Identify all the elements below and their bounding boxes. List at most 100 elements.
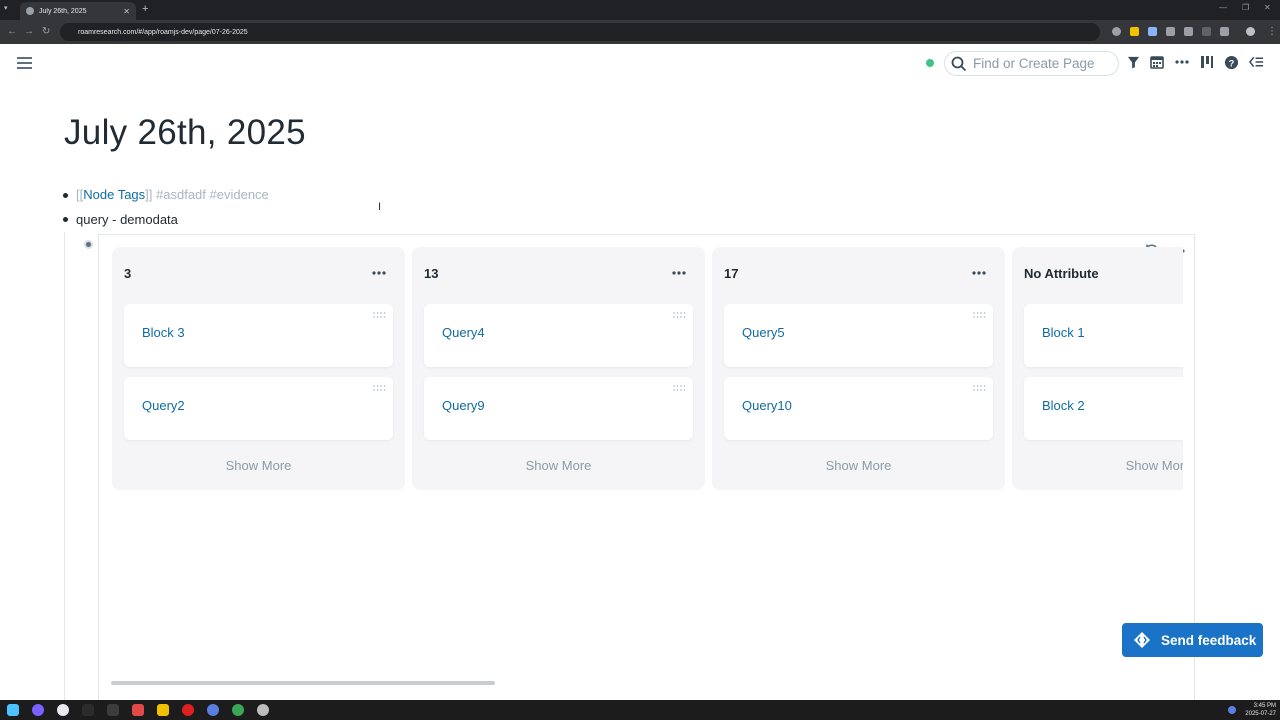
- show-more-button[interactable]: Show More: [1012, 458, 1183, 473]
- drag-handle-icon[interactable]: [673, 385, 686, 391]
- extension-icon[interactable]: [1148, 27, 1157, 36]
- taskbar-app-icon[interactable]: [207, 704, 219, 716]
- column-more-icon[interactable]: [671, 266, 687, 280]
- column-title: 17: [724, 266, 739, 281]
- block-bullet[interactable]: [63, 193, 68, 198]
- drag-handle-icon[interactable]: [973, 312, 986, 318]
- more-options-icon[interactable]: [1173, 53, 1191, 71]
- forward-icon[interactable]: →: [24, 26, 34, 37]
- chrome-icon[interactable]: [57, 704, 69, 716]
- calendar-icon[interactable]: [1148, 53, 1166, 71]
- block-bullet[interactable]: [63, 217, 68, 222]
- extension-icon[interactable]: [1112, 27, 1121, 36]
- reload-icon[interactable]: ↻: [42, 26, 50, 37]
- kanban-card[interactable]: Block 2: [1024, 377, 1183, 440]
- back-icon[interactable]: ←: [7, 26, 17, 37]
- kanban-card[interactable]: Query5: [724, 304, 993, 367]
- block-query-demodata[interactable]: query - demodata: [76, 212, 178, 227]
- system-clock[interactable]: 3:45 PM 2025-07-27: [1240, 702, 1276, 718]
- sidebar-toggle-icon[interactable]: [17, 57, 32, 69]
- show-more-button[interactable]: Show More: [712, 458, 1005, 473]
- block-node-tags[interactable]: [[Node Tags]] #asdfadf #evidence: [76, 187, 269, 202]
- svg-text:?: ?: [1228, 58, 1234, 68]
- card-link[interactable]: Query10: [742, 398, 792, 413]
- browser-tab-bar: ▾ July 26th, 2025 ✕ + — ❐ ✕: [0, 0, 1280, 20]
- feedback-diamond-icon: [1134, 632, 1150, 648]
- window-close-icon[interactable]: ✕: [1264, 3, 1271, 12]
- send-feedback-label: Send feedback: [1161, 632, 1257, 648]
- column-more-icon[interactable]: [371, 266, 387, 280]
- taskbar-app-icon[interactable]: [82, 704, 94, 716]
- card-link[interactable]: Block 3: [142, 325, 185, 340]
- browser-tab[interactable]: July 26th, 2025 ✕: [20, 2, 136, 20]
- card-link[interactable]: Query9: [442, 398, 485, 413]
- card-link[interactable]: Block 2: [1042, 398, 1085, 413]
- card-link[interactable]: Query2: [142, 398, 185, 413]
- drag-handle-icon[interactable]: [373, 385, 386, 391]
- profile-avatar[interactable]: [1246, 27, 1255, 36]
- child-block-bullet[interactable]: [84, 240, 93, 249]
- taskbar-app-icon[interactable]: [132, 704, 144, 716]
- taskbar-app-icon[interactable]: [32, 704, 44, 716]
- taskbar-app-icon[interactable]: [232, 704, 244, 716]
- extension-icon[interactable]: [1130, 27, 1139, 36]
- url-field[interactable]: roamresearch.com/#/app/roamjs-dev/page/0…: [60, 23, 1100, 41]
- os-taskbar: 3:45 PM 2025-07-27: [0, 700, 1280, 720]
- search-placeholder: Find or Create Page: [973, 56, 1095, 71]
- kanban-card[interactable]: Block 1: [1024, 304, 1183, 367]
- browser-menu-icon[interactable]: ⋮: [1267, 26, 1277, 37]
- right-sidebar-toggle-icon[interactable]: [1247, 53, 1265, 71]
- clock-time: 3:45 PM: [1253, 703, 1276, 709]
- search-input[interactable]: Find or Create Page: [944, 51, 1119, 76]
- card-link[interactable]: Query5: [742, 325, 785, 340]
- card-link[interactable]: Query4: [442, 325, 485, 340]
- extensions-puzzle-icon[interactable]: [1220, 27, 1229, 36]
- page-title[interactable]: July 26th, 2025: [64, 113, 306, 153]
- address-bar-row: ← → ↻ roamresearch.com/#/app/roamjs-dev/…: [0, 20, 1280, 44]
- tray-icon[interactable]: [1228, 706, 1236, 714]
- kanban-card[interactable]: Query4: [424, 304, 693, 367]
- text-cursor-icon: I: [378, 201, 382, 213]
- drag-handle-icon[interactable]: [373, 312, 386, 318]
- browser-tab-title: July 26th, 2025: [39, 7, 87, 15]
- taskbar-app-icon[interactable]: [182, 704, 194, 716]
- kanban-column: 13 Query4 Query9 Show More: [412, 247, 705, 490]
- tag-evidence[interactable]: #evidence: [210, 187, 269, 202]
- extension-icon[interactable]: [1202, 27, 1211, 36]
- kanban-card[interactable]: Query2: [124, 377, 393, 440]
- start-menu-icon[interactable]: [7, 704, 19, 716]
- kanban-card[interactable]: Block 3: [124, 304, 393, 367]
- drag-handle-icon[interactable]: [673, 312, 686, 318]
- roam-topbar: Find or Create Page ?: [0, 44, 1280, 84]
- taskbar-app-icon[interactable]: [257, 704, 269, 716]
- help-icon[interactable]: ?: [1222, 53, 1240, 71]
- send-feedback-button[interactable]: Send feedback: [1122, 623, 1263, 657]
- kanban-column: 3 Block 3 Query2 Show More: [112, 247, 405, 490]
- show-more-button[interactable]: Show More: [112, 458, 405, 473]
- tab-list-chevron-icon[interactable]: ▾: [4, 4, 8, 12]
- drag-handle-icon[interactable]: [973, 385, 986, 391]
- columns-icon[interactable]: [1198, 53, 1216, 71]
- kanban-column: No Attribute Block 1 Block 2 Show More: [1012, 247, 1183, 490]
- roam-favicon-icon: [26, 7, 34, 15]
- search-icon: [951, 56, 967, 71]
- terminal-icon[interactable]: [107, 704, 119, 716]
- kanban-card[interactable]: Query10: [724, 377, 993, 440]
- filter-icon[interactable]: [1124, 53, 1142, 71]
- column-title: No Attribute: [1024, 266, 1099, 281]
- tag-asdfadf[interactable]: #asdfadf: [156, 187, 206, 202]
- new-tab-icon[interactable]: +: [142, 3, 148, 15]
- extension-icon[interactable]: [1166, 27, 1175, 36]
- page-link-node-tags[interactable]: Node Tags: [83, 187, 145, 202]
- show-more-button[interactable]: Show More: [412, 458, 705, 473]
- card-link[interactable]: Block 1: [1042, 325, 1085, 340]
- minimize-icon[interactable]: —: [1219, 3, 1227, 12]
- horizontal-scrollbar[interactable]: [111, 681, 495, 685]
- column-title: 13: [424, 266, 439, 281]
- column-more-icon[interactable]: [971, 266, 987, 280]
- kanban-card[interactable]: Query9: [424, 377, 693, 440]
- extension-icon[interactable]: [1184, 27, 1193, 36]
- close-tab-icon[interactable]: ✕: [123, 7, 130, 16]
- file-explorer-icon[interactable]: [157, 704, 169, 716]
- restore-icon[interactable]: ❐: [1242, 3, 1249, 12]
